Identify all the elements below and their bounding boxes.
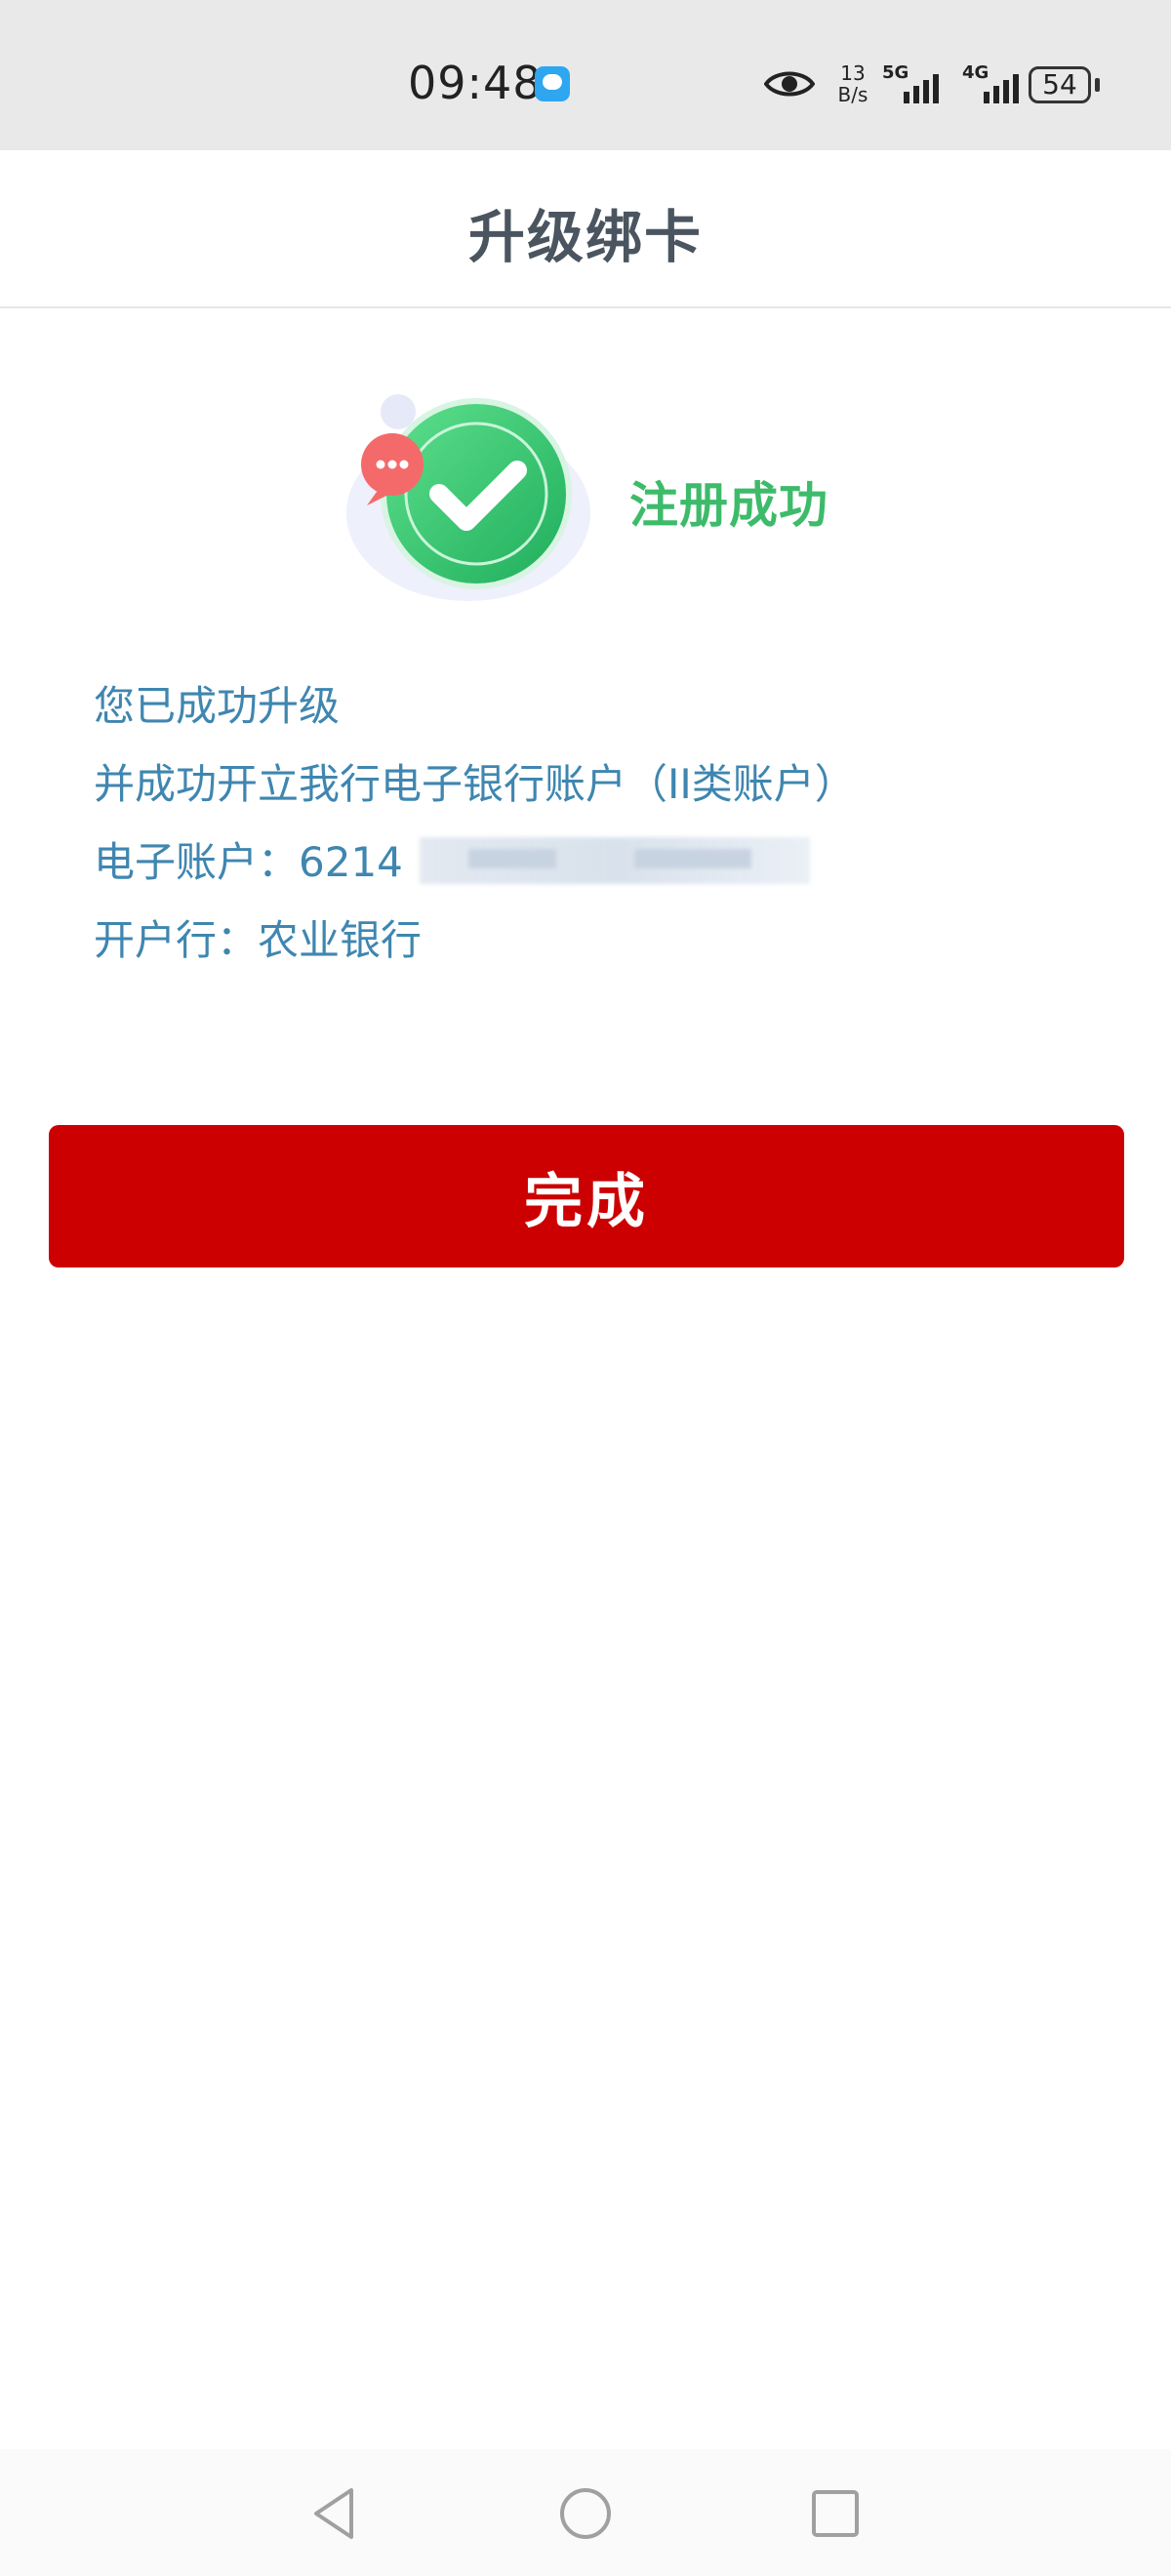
recents-icon[interactable] bbox=[806, 2484, 865, 2543]
home-icon[interactable] bbox=[556, 2484, 615, 2543]
bank-row: 开户行：农业银行 bbox=[94, 907, 422, 967]
done-button[interactable]: 完成 bbox=[49, 1125, 1124, 1268]
account-number-row: 电子账户：6214 bbox=[94, 829, 403, 889]
network-speed-value: 13 bbox=[840, 61, 866, 85]
bank-name: 农业银行 bbox=[258, 916, 423, 964]
account-label: 电子账户： bbox=[94, 838, 300, 886]
network-speed-unit: B/s bbox=[837, 83, 868, 106]
signal-5g: 5G bbox=[882, 62, 952, 105]
network-speed: 13 B/s bbox=[831, 62, 874, 105]
upgrade-success-text: 您已成功升级 bbox=[94, 682, 341, 730]
battery-tip bbox=[1095, 78, 1100, 92]
battery-level: 54 bbox=[1042, 68, 1077, 101]
back-icon[interactable] bbox=[306, 2484, 365, 2543]
message-notification-icon bbox=[535, 66, 570, 101]
battery-icon: 54 bbox=[1029, 66, 1091, 103]
title-bar: 升级绑卡 bbox=[0, 150, 1171, 308]
navigation-bar bbox=[0, 2449, 1171, 2576]
signal-bars-icon bbox=[904, 74, 939, 103]
signal-4g: 4G bbox=[962, 62, 1032, 105]
page-title: 升级绑卡 bbox=[467, 204, 703, 270]
success-check-icon bbox=[346, 394, 590, 601]
account-number: 6214 bbox=[299, 838, 403, 886]
account-number-mask bbox=[420, 837, 810, 884]
bank-label: 开户行： bbox=[94, 916, 259, 964]
eye-icon bbox=[764, 71, 815, 97]
success-message: 注册成功 bbox=[629, 477, 828, 534]
account-opened-text: 并成功开立我行电子银行账户（II类账户） bbox=[94, 760, 856, 808]
status-bar: 09:48 13 B/s 5G 4G 54 bbox=[0, 0, 1171, 150]
signal-bars-icon bbox=[984, 74, 1019, 103]
status-time: 09:48 bbox=[408, 57, 543, 109]
